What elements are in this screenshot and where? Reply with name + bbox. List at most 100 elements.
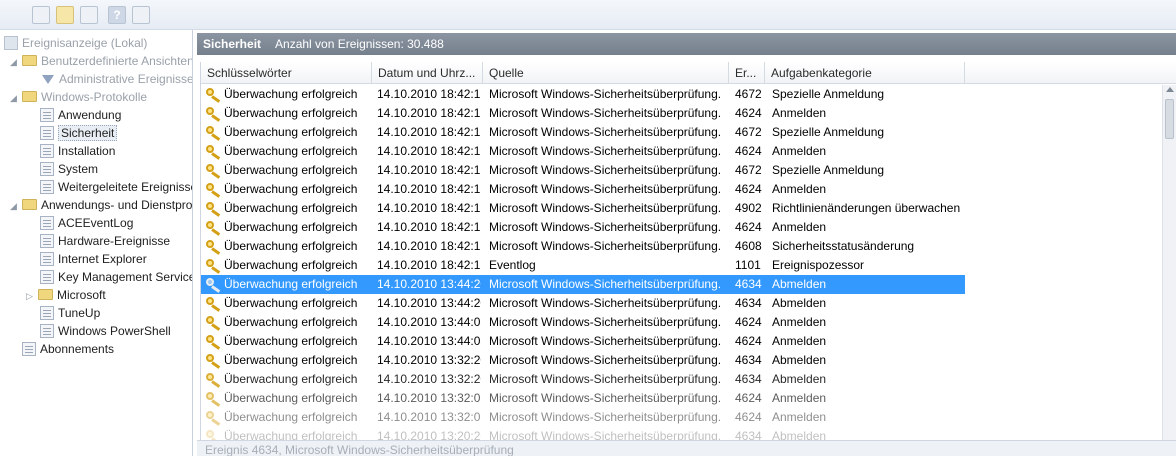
key-icon	[206, 240, 222, 255]
column-filler	[965, 62, 1176, 84]
table-row[interactable]: Überwachung erfolgreich 14.10.2010 18:42:…	[201, 180, 1163, 199]
column-event-id[interactable]: Er...	[729, 62, 765, 84]
table-row[interactable]: Überwachung erfolgreich 14.10.2010 13:32:…	[201, 408, 1163, 427]
folder-icon	[22, 55, 37, 66]
tree-item-hardware[interactable]: Hardware-Ereignisse	[40, 232, 170, 250]
table-row[interactable]: Überwachung erfolgreich 14.10.2010 18:42:…	[201, 123, 1163, 142]
tree-subscriptions[interactable]: Abonnements	[22, 340, 114, 358]
cell-event-id: 4902	[735, 201, 762, 215]
tree-admin-events[interactable]: Administrative Ereignisse	[40, 70, 192, 88]
event-count: Anzahl von Ereignissen: 30.488	[275, 37, 444, 51]
folder-open-icon[interactable]	[56, 6, 74, 24]
key-icon	[206, 88, 222, 103]
cell-date: 14.10.2010 13:20:20	[377, 429, 481, 440]
tree-item-key-management[interactable]: Key Management Service	[40, 268, 192, 286]
tree-item-sicherheit[interactable]: Sicherheit	[40, 124, 118, 142]
tree-item-installation[interactable]: Installation	[40, 142, 115, 160]
cell-keywords: Überwachung erfolgreich	[224, 410, 358, 424]
table-row[interactable]: Überwachung erfolgreich 14.10.2010 18:42:…	[201, 104, 1163, 123]
event-rows: Überwachung erfolgreich 14.10.2010 18:42:…	[201, 85, 1163, 440]
cell-date: 14.10.2010 18:42:19	[377, 258, 481, 272]
key-icon	[206, 373, 222, 388]
key-icon	[206, 297, 222, 312]
cell-source: Microsoft Windows-Sicherheitsüberprüfung…	[489, 220, 722, 234]
cell-event-id: 4634	[735, 353, 762, 367]
tree-item-forwarded[interactable]: Weitergeleitete Ereignisse	[40, 178, 192, 196]
tree-item-tuneup[interactable]: TuneUp	[40, 304, 100, 322]
collapse-icon[interactable]: ◢	[10, 89, 20, 107]
key-icon	[206, 107, 222, 122]
collapse-icon[interactable]: ◢	[10, 53, 20, 71]
table-row[interactable]: Überwachung erfolgreich 14.10.2010 18:42:…	[201, 237, 1163, 256]
table-row[interactable]: Überwachung erfolgreich 14.10.2010 13:44:…	[201, 275, 965, 294]
cell-keywords: Überwachung erfolgreich	[224, 391, 358, 405]
tree-item-anwendung[interactable]: Anwendung	[40, 106, 121, 124]
tree-item-aceeventlog[interactable]: ACEEventLog	[40, 214, 133, 232]
back-icon[interactable]	[32, 6, 50, 24]
table-row[interactable]: Überwachung erfolgreich 14.10.2010 18:42:…	[201, 218, 1163, 237]
properties-icon[interactable]	[80, 6, 98, 24]
table-row[interactable]: Überwachung erfolgreich 14.10.2010 18:42:…	[201, 256, 1163, 275]
cell-category: Anmelden	[772, 144, 827, 158]
cell-keywords: Überwachung erfolgreich	[224, 125, 358, 139]
key-icon	[206, 354, 222, 369]
table-row[interactable]: Überwachung erfolgreich 14.10.2010 18:42:…	[201, 85, 1163, 104]
table-row[interactable]: Überwachung erfolgreich 14.10.2010 18:42:…	[201, 199, 1163, 218]
cell-event-id: 4634	[735, 372, 762, 386]
tree-custom-views[interactable]: ◢ Benutzerdefinierte Ansichten	[10, 52, 192, 71]
cell-category: Spezielle Anmeldung	[772, 87, 885, 101]
cell-keywords: Überwachung erfolgreich	[224, 353, 358, 367]
tree-item-internet-explorer[interactable]: Internet Explorer	[40, 250, 147, 268]
cell-source: Microsoft Windows-Sicherheitsüberprüfung…	[489, 201, 722, 215]
scroll-up-icon[interactable]	[1166, 87, 1174, 92]
tree-item-system[interactable]: System	[40, 160, 98, 178]
table-row[interactable]: Überwachung erfolgreich 14.10.2010 13:44:…	[201, 294, 1163, 313]
column-date[interactable]: Datum und Uhrz...	[372, 62, 483, 84]
cell-event-id: 4608	[735, 239, 762, 253]
vertical-scrollbar[interactable]	[1162, 85, 1176, 440]
cell-date: 14.10.2010 18:42:17	[377, 106, 481, 120]
cell-source: Microsoft Windows-Sicherheitsüberprüfung…	[489, 334, 722, 348]
tree-item-powershell[interactable]: Windows PowerShell	[40, 322, 171, 340]
cell-keywords: Überwachung erfolgreich	[224, 258, 358, 272]
cell-keywords: Überwachung erfolgreich	[224, 182, 358, 196]
table-row[interactable]: Überwachung erfolgreich 14.10.2010 18:42:…	[201, 142, 1163, 161]
table-row[interactable]: Überwachung erfolgreich 14.10.2010 18:42:…	[201, 161, 1163, 180]
cell-keywords: Überwachung erfolgreich	[224, 429, 358, 440]
table-row[interactable]: Überwachung erfolgreich 14.10.2010 13:32:…	[201, 370, 1163, 389]
scroll-thumb[interactable]	[1165, 99, 1174, 139]
column-keywords[interactable]: Schlüsselwörter	[201, 62, 372, 84]
table-row[interactable]: Überwachung erfolgreich 14.10.2010 13:44:…	[201, 332, 1163, 351]
expand-icon[interactable]: ▷	[26, 287, 36, 305]
cell-keywords: Überwachung erfolgreich	[224, 239, 358, 253]
cell-category: Ereignispozessor	[772, 258, 865, 272]
key-icon	[206, 202, 222, 217]
cell-event-id: 4634	[735, 429, 762, 440]
table-row[interactable]: Überwachung erfolgreich 14.10.2010 13:44:…	[201, 313, 1163, 332]
cell-source: Microsoft Windows-Sicherheitsüberprüfung…	[489, 429, 722, 440]
help-icon[interactable]: ?	[108, 6, 126, 24]
tree-root[interactable]: Ereignisanzeige (Lokal)	[4, 34, 147, 52]
key-icon	[206, 335, 222, 350]
tree-windows-logs[interactable]: ◢ Windows-Protokolle	[10, 88, 147, 106]
filter-icon	[42, 75, 54, 84]
collapse-icon[interactable]: ◢	[10, 197, 20, 215]
cell-source: Microsoft Windows-Sicherheitsüberprüfung…	[489, 144, 722, 158]
column-source[interactable]: Quelle	[483, 62, 729, 84]
cell-date: 14.10.2010 13:32:20	[377, 372, 481, 386]
tree-item-microsoft[interactable]: ▷ Microsoft	[26, 286, 106, 304]
cell-category: Anmelden	[772, 315, 827, 329]
event-detail-title: Ereignis 4634, Microsoft Windows-Sicherh…	[197, 440, 1176, 456]
cell-category: Anmelden	[772, 334, 827, 348]
tree-apps-services[interactable]: ◢Anwendungs- und Dienstprotokolle	[10, 196, 192, 215]
table-row[interactable]: Überwachung erfolgreich 14.10.2010 13:32:…	[201, 389, 1163, 408]
cell-category: Anmelden	[772, 106, 827, 120]
column-category[interactable]: Aufgabenkategorie	[765, 62, 965, 84]
cell-source: Microsoft Windows-Sicherheitsüberprüfung…	[489, 353, 722, 367]
cell-date: 14.10.2010 18:42:17	[377, 182, 481, 196]
table-row[interactable]: Überwachung erfolgreich 14.10.2010 13:20:…	[201, 427, 1163, 440]
cell-source: Microsoft Windows-Sicherheitsüberprüfung…	[489, 87, 722, 101]
log-icon	[40, 324, 54, 338]
view-pane-icon[interactable]	[132, 6, 150, 24]
table-row[interactable]: Überwachung erfolgreich 14.10.2010 13:32:…	[201, 351, 1163, 370]
